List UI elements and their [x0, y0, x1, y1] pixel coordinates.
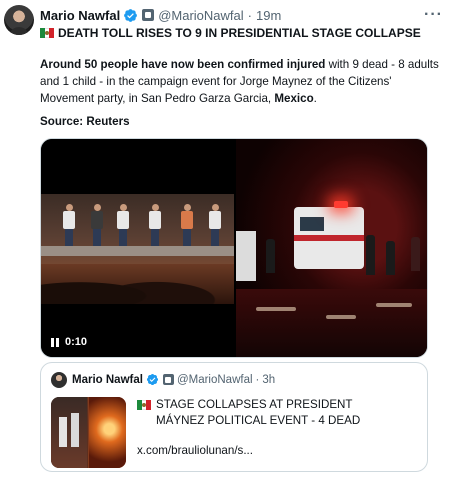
tweet-timestamp[interactable]: 19m	[256, 8, 281, 23]
more-icon[interactable]: ···	[424, 6, 443, 24]
video-timestamp: 0:10	[65, 336, 88, 348]
quoted-tweet-text: STAGE COLLAPSES AT PRESIDENT MÁYNEZ POLI…	[137, 397, 387, 428]
body-end: .	[313, 92, 317, 105]
author-handle[interactable]: @MarioNawfal	[158, 8, 243, 23]
quoted-tweet[interactable]: Mario Nawfal @MarioNawfal · 3h STAGE COL…	[40, 362, 428, 472]
separator-dot: ·	[247, 7, 252, 23]
quoted-author-handle[interactable]: @MarioNawfal	[177, 374, 253, 386]
headline-text: DEATH TOLL RISES TO 9 IN PRESIDENTIAL ST…	[58, 26, 421, 40]
quoted-tweet-header: Mario Nawfal @MarioNawfal · 3h	[72, 373, 275, 386]
quoted-tweet-link[interactable]: x.com/brauliolunan/s...	[137, 444, 253, 457]
tweet-header: Mario Nawfal @MarioNawfal · 19m	[40, 6, 281, 24]
verified-badge-icon	[124, 8, 138, 22]
tweet-headline: DEATH TOLL RISES TO 9 IN PRESIDENTIAL ST…	[40, 26, 421, 40]
video-player[interactable]: 0:10	[41, 139, 234, 357]
ambulance-photo[interactable]	[236, 139, 427, 357]
body-bold-lead: Around 50 people have now been confirmed…	[40, 58, 326, 71]
body-bold-mexico: Mexico	[274, 92, 314, 105]
mexico-flag-icon	[40, 28, 54, 38]
author-name[interactable]: Mario Nawfal	[40, 8, 120, 23]
verified-badge-icon	[146, 373, 158, 386]
author-avatar[interactable]	[4, 5, 34, 35]
quoted-media-thumbnail[interactable]	[51, 397, 126, 468]
affiliate-badge-icon	[142, 9, 155, 21]
quoted-author-avatar[interactable]	[51, 372, 67, 388]
quoted-author-name[interactable]: Mario Nawfal	[72, 374, 143, 386]
quoted-text: STAGE COLLAPSES AT PRESIDENT MÁYNEZ POLI…	[156, 398, 361, 427]
quoted-tweet-timestamp[interactable]: 3h	[262, 374, 275, 386]
video-controls[interactable]: 0:10	[51, 336, 87, 348]
tweet-body: Around 50 people have now been confirmed…	[40, 56, 440, 107]
source-line: Source: Reuters	[40, 115, 130, 128]
pause-icon[interactable]	[51, 337, 59, 347]
separator-dot: ·	[255, 373, 260, 386]
media-grid[interactable]: 0:10	[40, 138, 428, 358]
video-frame	[41, 194, 234, 304]
tweet[interactable]: Mario Nawfal @MarioNawfal · 19m ··· DEAT…	[0, 0, 455, 479]
affiliate-badge-icon	[162, 374, 174, 385]
mexico-flag-icon	[137, 400, 151, 410]
